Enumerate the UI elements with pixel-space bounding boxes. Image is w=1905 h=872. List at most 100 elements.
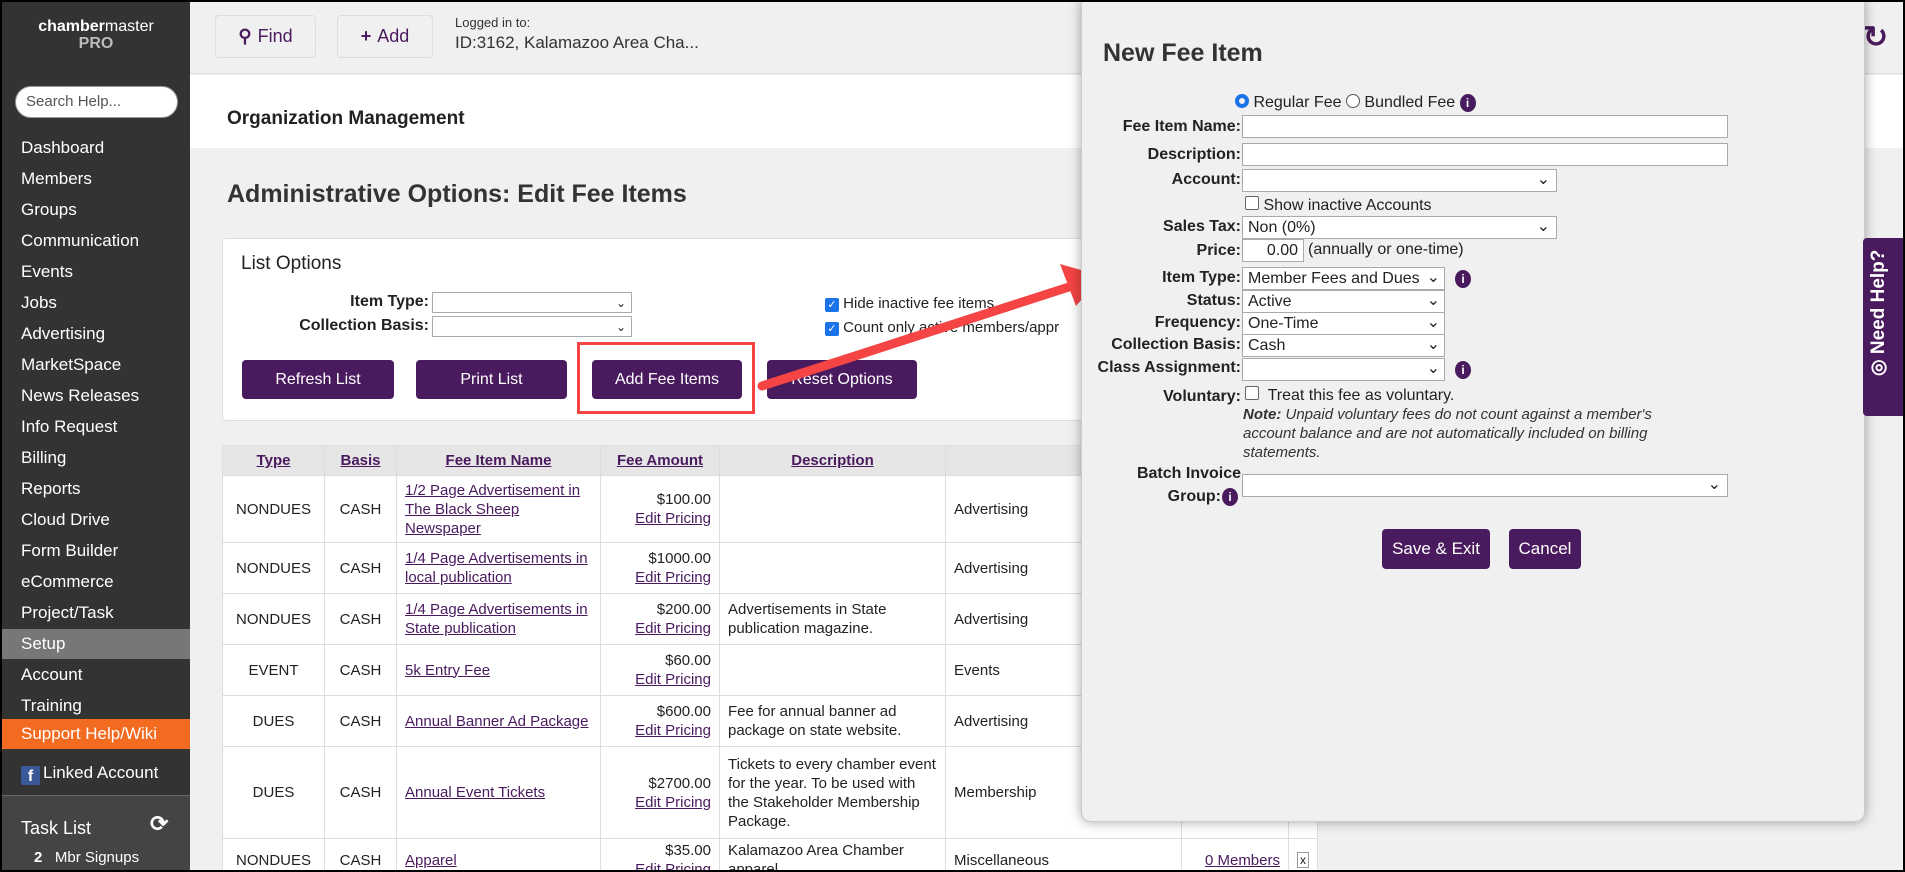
column-fee-amount[interactable]: Fee Amount [600,445,720,476]
refresh-icon[interactable]: ⟳ [150,811,168,837]
info-icon[interactable]: i [1459,94,1476,112]
cell-name: 5k Entry Fee [396,644,601,696]
fee-amount: $200.00 [656,601,711,618]
cell-basis: CASH [324,746,397,839]
logged-in-org[interactable]: ID:3162, Kalamazoo Area Cha... [455,33,699,53]
remove-button[interactable]: x [1297,852,1309,868]
sidebar-item-form-builder[interactable]: Form Builder [2,536,190,566]
sidebar-item-jobs[interactable]: Jobs [2,288,190,318]
refresh-list-button[interactable]: Refresh List [242,360,394,399]
cancel-button[interactable]: Cancel [1509,529,1581,569]
sidebar-item-info-request[interactable]: Info Request [2,412,190,442]
fee-item-link[interactable]: 1/4 Page Advertisements in local publica… [405,550,588,586]
edit-pricing-link[interactable]: Edit Pricing [635,722,711,739]
edit-pricing-link[interactable]: Edit Pricing [635,794,711,811]
batch-invoice-group-select[interactable]: ⌄ [1242,474,1728,497]
sidebar-item-groups[interactable]: Groups [2,195,190,225]
column-type[interactable]: Type [222,445,325,476]
sync-icon[interactable]: ↻ [1863,20,1888,55]
radio-selected-icon [1235,94,1249,108]
price-note: (annually or one-time) [1308,241,1464,258]
app: chambermaster PRO Search Help... Dashboar… [2,2,1903,870]
sidebar-item-setup[interactable]: Setup [2,629,190,659]
need-help-tab[interactable]: ◎ Need Help? [1863,238,1903,416]
column-basis[interactable]: Basis [324,445,397,476]
sidebar-item-training[interactable]: Training [2,691,190,721]
column-description[interactable]: Description [719,445,946,476]
new-fee-item-dialog: New Fee Item Regular Fee Bundled Fee i F… [1081,2,1865,822]
regular-fee-radio[interactable]: Regular Fee [1235,94,1342,111]
sidebar-item-account[interactable]: Account [2,660,190,690]
fee-amount: $1000.00 [648,550,711,567]
class-assignment-label: Class Assignment: [1097,359,1241,376]
chevron-down-icon: ⌄ [1536,218,1550,235]
sidebar-item-reports[interactable]: Reports [2,474,190,504]
fee-item-link[interactable]: Apparel [405,852,457,869]
sidebar-item-project-task[interactable]: Project/Task [2,598,190,628]
save-exit-button[interactable]: Save & Exit [1382,529,1490,569]
item-type-select[interactable]: Member Fees and Dues ⌄ [1242,267,1445,290]
cell-amount: $1000.00 Edit Pricing [600,542,720,594]
add-button[interactable]: + Add [337,15,433,58]
cell-type: NONDUES [222,593,325,645]
sidebar-item-advertising[interactable]: Advertising [2,319,190,349]
sidebar-item-members[interactable]: Members [2,164,190,194]
edit-pricing-link[interactable]: Edit Pricing [635,671,711,688]
fee-amount: $600.00 [656,703,711,720]
edit-pricing-link[interactable]: Edit Pricing [635,510,711,527]
table-row: NONDUES CASH Apparel $35.00 Edit Pricing … [222,838,1318,870]
print-list-button[interactable]: Print List [416,360,567,399]
class-assignment-select[interactable]: ⌄ [1242,358,1445,381]
sidebar-item-linked-account[interactable]: f Linked Account [2,758,190,788]
cell-account: Miscellaneous [945,838,1182,870]
edit-pricing-link[interactable]: Edit Pricing [635,569,711,586]
cell-name: Apparel [396,838,601,870]
info-icon[interactable]: i [1222,488,1238,506]
cell-amount: $600.00 Edit Pricing [600,695,720,747]
item-type-select[interactable]: ⌄ [432,292,632,313]
sidebar-item-communication[interactable]: Communication [2,226,190,256]
fee-item-link[interactable]: 1/4 Page Advertisements in State publica… [405,601,588,637]
section-title: Organization Management [227,108,465,129]
info-icon[interactable]: i [1455,270,1471,288]
fee-item-link[interactable]: Annual Banner Ad Package [405,713,588,730]
find-button[interactable]: ⚲ Find [215,15,316,58]
price-input[interactable]: 0.00 [1242,239,1304,262]
members-link[interactable]: 0 Members [1205,852,1280,869]
voluntary-checkbox[interactable]: Treat this fee as voluntary. [1245,386,1454,405]
fee-item-link[interactable]: Annual Event Tickets [405,784,545,801]
frequency-select[interactable]: One-Time ⌄ [1242,312,1445,335]
sidebar-item-events[interactable]: Events [2,257,190,287]
sidebar-item-ecommerce[interactable]: eCommerce [2,567,190,597]
show-inactive-accounts-checkbox[interactable]: Show inactive Accounts [1245,196,1432,215]
fee-item-link[interactable]: 1/2 Page Advertisement in The Black Shee… [405,482,580,537]
description-input[interactable] [1242,143,1728,166]
cell-members: 0 Members [1181,838,1289,870]
task-list: Task List ⟳ 2 Mbr Signups [2,795,190,870]
chevron-down-icon: ⌄ [1426,268,1440,288]
search-help-input[interactable]: Search Help... [15,86,178,118]
collection-basis-select[interactable]: ⌄ [432,316,632,337]
info-icon[interactable]: i [1455,361,1471,379]
sidebar-item-news-releases[interactable]: News Releases [2,381,190,411]
edit-pricing-link[interactable]: Edit Pricing [635,620,711,637]
sidebar-item-marketspace[interactable]: MarketSpace [2,350,190,380]
item-type-label: Item Type: [350,293,429,310]
sidebar-item-cloud-drive[interactable]: Cloud Drive [2,505,190,535]
edit-pricing-link[interactable]: Edit Pricing [635,861,711,870]
account-select[interactable]: ⌄ [1242,169,1557,192]
logo[interactable]: chambermaster PRO [2,18,190,52]
sidebar-item-billing[interactable]: Billing [2,443,190,473]
fee-item-name-input[interactable] [1242,115,1728,138]
status-label: Status: [1186,292,1241,309]
sales-tax-select[interactable]: Non (0%) ⌄ [1242,216,1557,239]
fee-item-link[interactable]: 5k Entry Fee [405,662,490,679]
sidebar-item-dashboard[interactable]: Dashboard [2,133,190,163]
bundled-fee-radio[interactable]: Bundled Fee [1345,94,1455,111]
sidebar-item-support-help-wiki[interactable]: Support Help/Wiki [2,719,190,749]
annotation-arrow [757,264,1102,391]
task-item-mbr-signups[interactable]: 2 Mbr Signups [34,849,139,866]
column-fee-item-name[interactable]: Fee Item Name [396,445,601,476]
collection-basis-select[interactable]: Cash ⌄ [1242,334,1445,357]
status-select[interactable]: Active ⌄ [1242,290,1445,313]
